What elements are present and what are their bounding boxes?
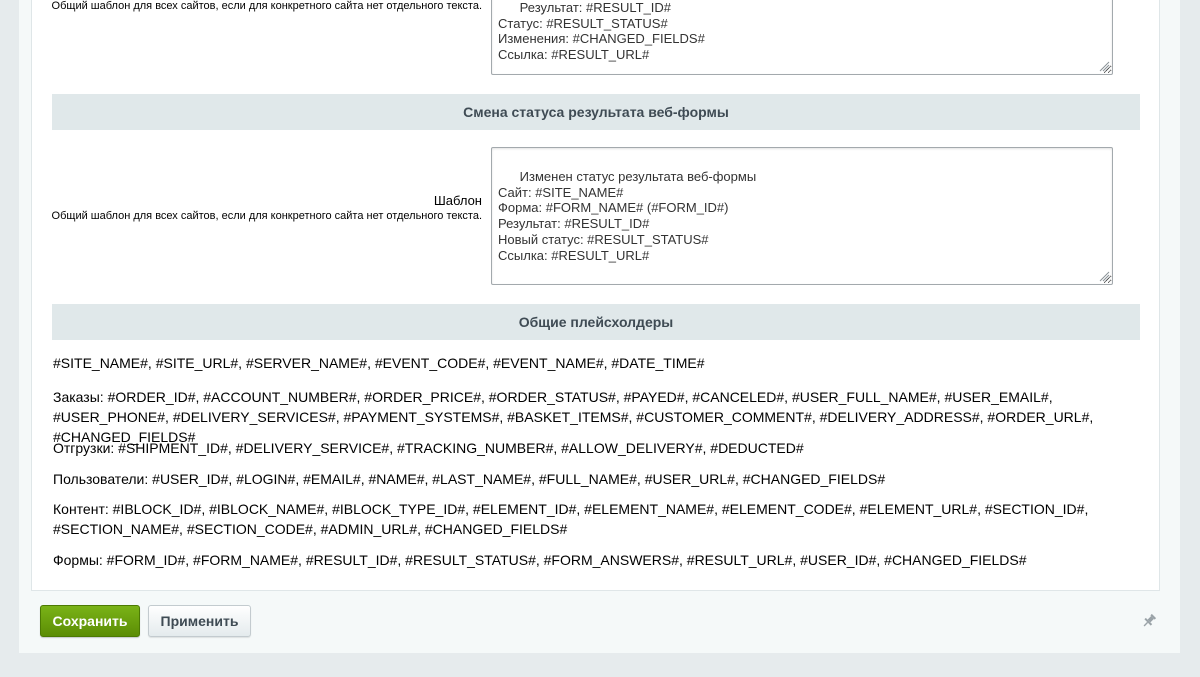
template-2-textarea[interactable]: Изменен статус результата веб-формы Сайт… — [491, 147, 1113, 285]
placeholders-shipments: Отгрузки: #SHIPMENT_ID#, #DELIVERY_SERVI… — [53, 440, 804, 456]
section-header-status-change: Смена статуса результата веб-формы — [52, 94, 1140, 130]
template-1-label: Общий шаблон для всех сайтов, если для к… — [42, 0, 482, 13]
template-2-title: Шаблон — [433, 193, 482, 208]
form-wrapper: Общий шаблон для всех сайтов, если для к… — [19, 0, 1180, 653]
placeholders-forms: Формы: #FORM_ID#, #FORM_NAME#, #RESULT_I… — [53, 552, 1027, 568]
section-title: Общие плейсхолдеры — [518, 314, 674, 330]
save-button[interactable]: Сохранить — [40, 605, 140, 637]
placeholders-common: #SITE_NAME#, #SITE_URL#, #SERVER_NAME#, … — [53, 355, 705, 371]
pin-icon[interactable] — [1140, 612, 1158, 630]
template-2-note: Общий шаблон для всех сайтов, если для к… — [51, 210, 482, 222]
template-1-textarea[interactable]: Результат: #RESULT_ID# Статус: #RESULT_S… — [491, 0, 1113, 75]
resize-grip-icon[interactable] — [1098, 60, 1110, 72]
section-title: Смена статуса результата веб-формы — [463, 104, 729, 120]
placeholders-content: Контент: #IBLOCK_ID#, #IBLOCK_NAME#, #IB… — [53, 501, 1089, 537]
resize-grip-icon[interactable] — [1098, 270, 1110, 282]
apply-button[interactable]: Применить — [148, 605, 251, 637]
template-2-label: Шаблон Общий шаблон для всех сайтов, есл… — [42, 193, 482, 223]
template-2-value: Изменен статус результата веб-формы Сайт… — [498, 168, 757, 263]
placeholders-users: Пользователи: #USER_ID#, #LOGIN#, #EMAIL… — [53, 471, 886, 487]
settings-panel: Общий шаблон для всех сайтов, если для к… — [31, 0, 1160, 591]
template-1-value: Результат: #RESULT_ID# Статус: #RESULT_S… — [498, 0, 705, 63]
section-header-placeholders: Общие плейсхолдеры — [52, 304, 1140, 340]
template-1-note: Общий шаблон для всех сайтов, если для к… — [51, 0, 482, 12]
